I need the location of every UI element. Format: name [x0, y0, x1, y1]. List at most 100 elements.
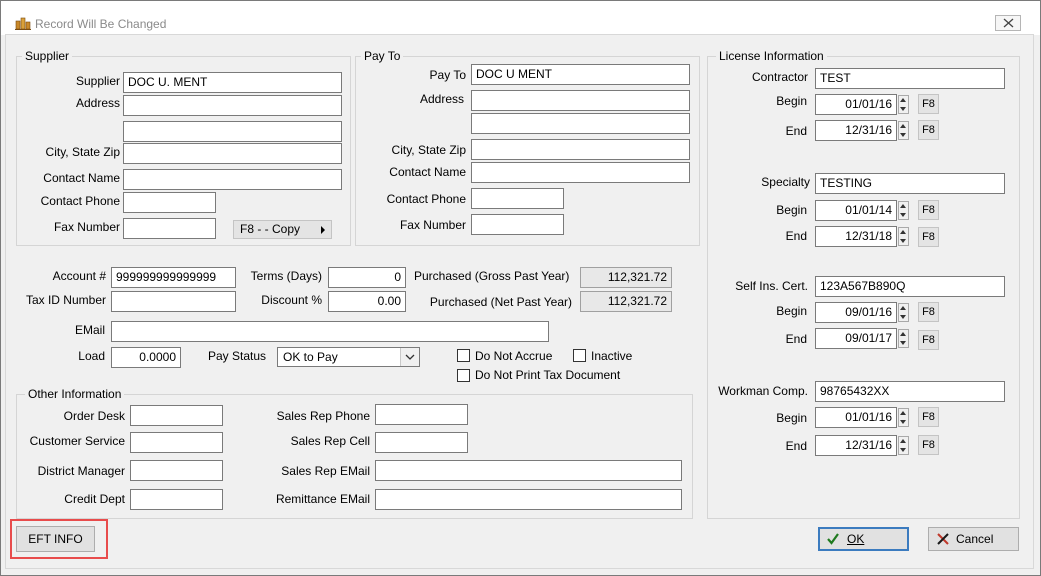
workman-input[interactable]: 98765432XX	[815, 381, 1005, 402]
payto-contact-name-input[interactable]	[471, 162, 690, 183]
account-input[interactable]: 999999999999999	[111, 267, 236, 288]
contractor-end-spinner[interactable]	[898, 121, 909, 140]
cancel-button-label: Cancel	[956, 532, 994, 546]
district-manager-input[interactable]	[130, 460, 223, 481]
paystatus-value: OK to Pay	[283, 350, 338, 364]
contractor-begin-input[interactable]: 01/01/16	[815, 94, 897, 115]
contractor-begin-f8-button[interactable]: F8	[918, 94, 939, 114]
specialty-label: Specialty	[761, 175, 810, 189]
selfins-begin-input[interactable]: 09/01/16	[815, 302, 897, 323]
customer-service-input[interactable]	[130, 432, 223, 453]
sales-rep-phone-label: Sales Rep Phone	[276, 409, 370, 423]
payto-fax-label: Fax Number	[399, 218, 466, 232]
taxid-input[interactable]	[111, 291, 236, 312]
ok-button[interactable]: OK	[818, 527, 909, 551]
sales-rep-email-input[interactable]	[375, 460, 682, 481]
selfins-begin-spinner[interactable]	[898, 303, 909, 322]
terms-label: Terms (Days)	[250, 269, 322, 283]
sales-rep-phone-input[interactable]	[375, 404, 468, 425]
credit-dept-input[interactable]	[130, 489, 223, 510]
contractor-end-label: End	[785, 124, 807, 138]
payto-city-input[interactable]	[471, 139, 690, 160]
cancel-button[interactable]: Cancel	[928, 527, 1019, 551]
discount-input[interactable]: 0.00	[328, 291, 406, 312]
load-input[interactable]: 0.0000	[111, 347, 181, 368]
workman-end-f8-button[interactable]: F8	[918, 435, 939, 455]
supplier-city-input[interactable]	[123, 143, 342, 164]
payto-address-label: Address	[419, 92, 464, 106]
payto-fax-input[interactable]	[471, 214, 564, 235]
remittance-email-input[interactable]	[375, 489, 682, 510]
x-icon	[937, 533, 949, 545]
contractor-begin-spinner[interactable]	[898, 95, 909, 114]
chevron-down-icon	[405, 354, 415, 360]
supplier-label: Supplier	[75, 74, 120, 88]
workman-begin-spinner[interactable]	[898, 408, 909, 427]
net-purchased-label: Purchased (Net Past Year)	[429, 295, 572, 309]
payto-contact-phone-input[interactable]	[471, 188, 564, 209]
app-icon	[15, 16, 31, 30]
workman-end-spinner[interactable]	[898, 436, 909, 455]
selfins-end-spinner[interactable]	[898, 329, 909, 348]
payto-city-label: City, State Zip	[391, 143, 466, 157]
sales-rep-cell-input[interactable]	[375, 432, 468, 453]
supplier-name-input[interactable]: DOC U. MENT	[123, 72, 342, 93]
specialty-end-spinner[interactable]	[898, 227, 909, 246]
order-desk-label: Order Desk	[63, 409, 125, 423]
payto-address2-input[interactable]	[471, 113, 690, 134]
workman-label: Workman Comp.	[718, 384, 808, 398]
copy-button[interactable]: F8 - - Copy	[233, 220, 332, 239]
paystatus-dropdown-button[interactable]	[400, 348, 419, 366]
checkmark-icon	[827, 533, 839, 545]
title-bar: Record Will Be Changed	[1, 1, 1040, 35]
contractor-input[interactable]: TEST	[815, 68, 1005, 89]
payto-legend: Pay To	[361, 49, 404, 63]
specialty-end-input[interactable]: 12/31/18	[815, 226, 897, 247]
sales-rep-cell-label: Sales Rep Cell	[290, 434, 370, 448]
workman-end-input[interactable]: 12/31/16	[815, 435, 897, 456]
license-legend: License Information	[716, 49, 827, 63]
paystatus-select[interactable]: OK to Pay	[277, 347, 420, 367]
email-input[interactable]	[111, 321, 549, 342]
supplier-contact-phone-input[interactable]	[123, 192, 216, 213]
payto-address1-input[interactable]	[471, 90, 690, 111]
supplier-fax-input[interactable]	[123, 218, 216, 239]
selfins-input[interactable]: 123A567B890Q	[815, 276, 1005, 297]
account-label: Account #	[52, 269, 106, 283]
do-not-accrue-checkbox[interactable]	[457, 349, 470, 362]
close-button[interactable]	[995, 15, 1021, 31]
other-info-legend: Other Information	[25, 387, 125, 401]
inactive-checkbox[interactable]	[573, 349, 586, 362]
net-purchased-value: 112,321.72	[580, 291, 672, 312]
specialty-input[interactable]: TESTING	[815, 173, 1005, 194]
supplier-address1-input[interactable]	[123, 95, 342, 116]
customer-service-label: Customer Service	[29, 434, 125, 448]
workman-begin-f8-button[interactable]: F8	[918, 407, 939, 427]
order-desk-input[interactable]	[130, 405, 223, 426]
do-not-print-label: Do Not Print Tax Document	[475, 368, 621, 382]
district-manager-label: District Manager	[37, 464, 125, 478]
contractor-end-input[interactable]: 12/31/16	[815, 120, 897, 141]
close-icon	[1003, 18, 1014, 28]
supplier-contact-name-input[interactable]	[123, 169, 342, 190]
contractor-end-f8-button[interactable]: F8	[918, 120, 939, 140]
contractor-label: Contractor	[751, 70, 808, 84]
inactive-label: Inactive	[591, 349, 633, 363]
specialty-begin-spinner[interactable]	[898, 201, 909, 220]
specialty-end-f8-button[interactable]: F8	[918, 227, 939, 247]
supplier-address2-input[interactable]	[123, 121, 342, 142]
payto-name-input[interactable]: DOC U MENT	[471, 64, 690, 85]
specialty-begin-f8-button[interactable]: F8	[918, 200, 939, 220]
ok-button-label: OK	[847, 532, 865, 546]
selfins-end-label: End	[785, 332, 807, 346]
terms-input[interactable]: 0	[328, 267, 406, 288]
selfins-end-f8-button[interactable]: F8	[918, 330, 939, 350]
selfins-end-input[interactable]: 09/01/17	[815, 328, 897, 349]
do-not-print-checkbox[interactable]	[457, 369, 470, 382]
workman-begin-input[interactable]: 01/01/16	[815, 407, 897, 428]
eft-info-button[interactable]: EFT INFO	[16, 526, 95, 552]
selfins-begin-f8-button[interactable]: F8	[918, 302, 939, 322]
supplier-city-label: City, State Zip	[45, 145, 120, 159]
payto-contact-phone-label: Contact Phone	[386, 192, 466, 206]
specialty-begin-input[interactable]: 01/01/14	[815, 200, 897, 221]
